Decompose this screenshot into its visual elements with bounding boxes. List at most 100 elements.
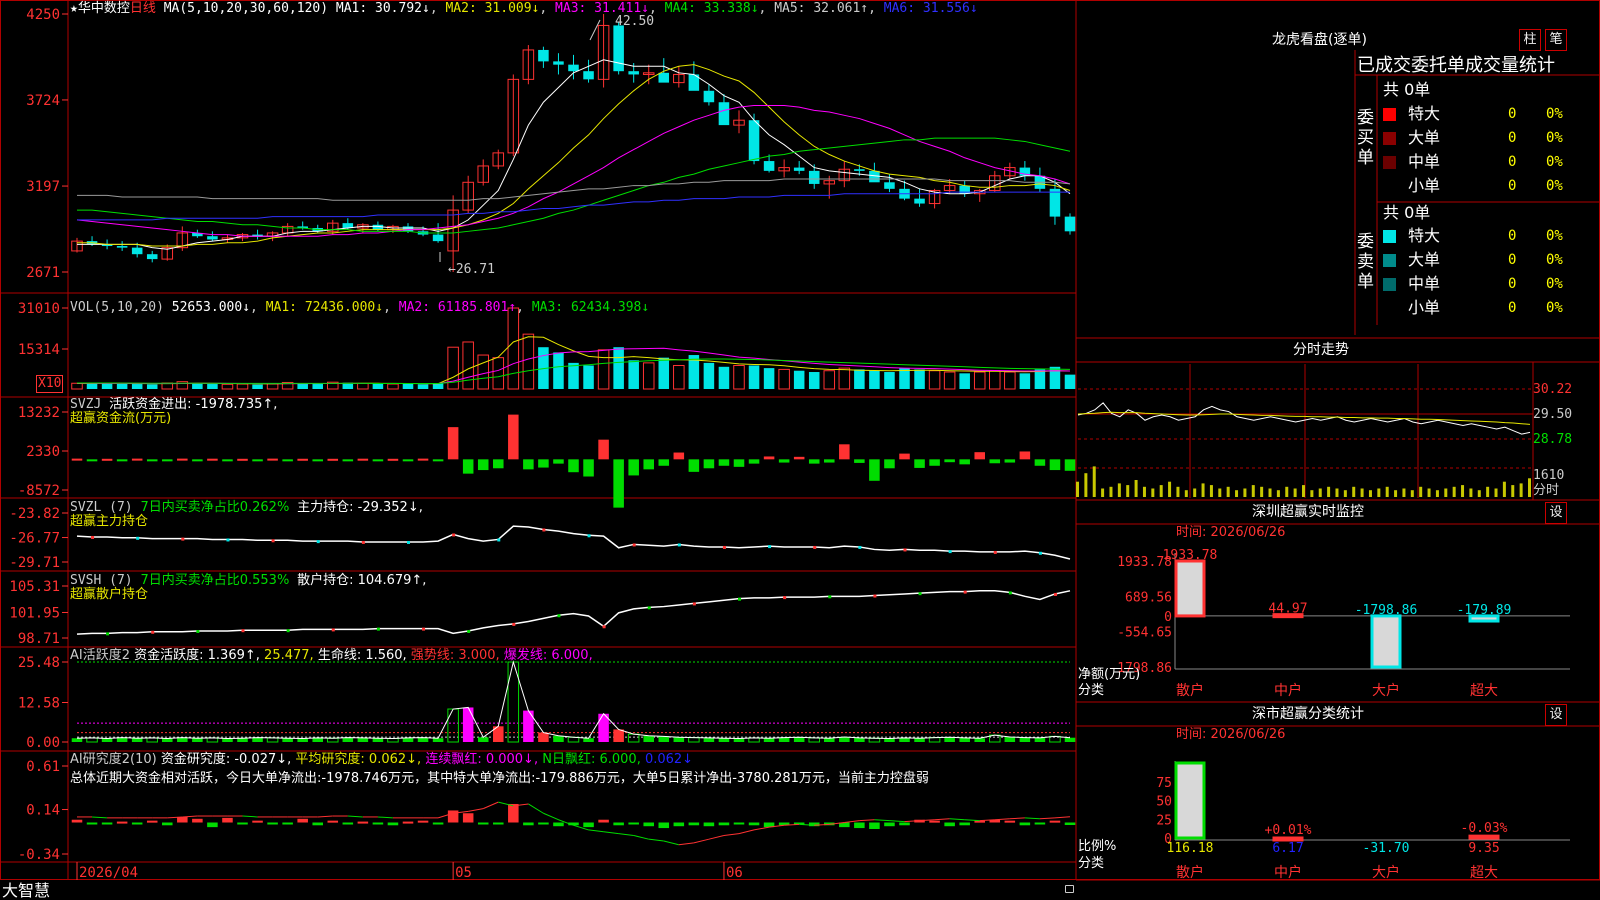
ai-res-line-seg xyxy=(1054,816,1071,819)
ai-res-bar xyxy=(146,820,158,823)
fs-vol-bar xyxy=(1377,488,1381,497)
svzl-marker xyxy=(452,533,456,537)
ai-act-header: AI活跃度2 资金活跃度: 1.369↑, 25.477, 生命线: 1.560… xyxy=(70,648,593,664)
svzj-bar xyxy=(131,458,143,461)
ai-res-bar xyxy=(116,821,128,824)
ai-res-line-seg xyxy=(242,815,258,818)
fs-title: 分时走势 xyxy=(1293,342,1349,358)
ai-res-line-seg xyxy=(678,842,694,846)
vol-bar-down xyxy=(854,369,865,389)
k-ma-line-ma6 xyxy=(77,191,1070,221)
bar-view-button[interactable]: 柱 xyxy=(1519,29,1541,51)
vol-bar-down xyxy=(1034,369,1046,389)
svzj-bar xyxy=(989,459,1001,464)
fs-vol-bar xyxy=(1084,473,1088,497)
vol-bar-down xyxy=(417,384,429,389)
ai-res-bar xyxy=(523,822,534,826)
ai-res-bar xyxy=(101,822,113,825)
sz-settings-button[interactable]: 设 xyxy=(1545,502,1567,524)
svsh-marker xyxy=(602,625,606,629)
ai-res-bar xyxy=(718,822,730,826)
k-y-tick-label: 3197 xyxy=(26,179,60,195)
svzl-marker xyxy=(632,543,636,547)
fs-price-0: 30.22 xyxy=(1533,382,1573,397)
fs-vol-bar xyxy=(1360,488,1364,497)
vol-bar-up xyxy=(477,354,489,390)
fs-vol-bar xyxy=(1243,488,1247,497)
sell-row-value: 0 xyxy=(1508,252,1517,268)
sz-bar xyxy=(1174,559,1206,618)
vol-bar-up xyxy=(597,349,610,390)
vol-bar-up xyxy=(943,371,956,390)
k-ma-line-ma3 xyxy=(76,105,1071,237)
ai-act-bar xyxy=(101,738,113,742)
buy-color-swatch xyxy=(1383,108,1396,121)
ai-res-bar xyxy=(372,822,384,825)
candle-body-down xyxy=(793,167,805,171)
svzj-bar xyxy=(1004,459,1016,463)
sell-total: 共 0单 xyxy=(1383,203,1431,222)
ai-act-line xyxy=(76,660,1071,740)
fs-vol-bar xyxy=(1251,485,1255,497)
sc-y-tick-label: 25 xyxy=(1156,813,1172,828)
ai-res-bar xyxy=(252,820,263,823)
svsh-marker xyxy=(151,630,155,634)
sz-bar-label: 1933.78 xyxy=(1163,548,1218,563)
svzj-bar xyxy=(116,459,128,462)
sc-cat-label: 超大 xyxy=(1470,865,1498,881)
ai-act-bar xyxy=(824,738,835,742)
stock-terminal: 4250 3724 3197 2671 31010 15314 13232 2330 -8572… xyxy=(0,0,1600,900)
svsh-marker xyxy=(692,602,696,606)
ai-res-line-seg xyxy=(633,834,649,840)
buy-row-label: 中单 xyxy=(1408,152,1441,171)
ai-act-bar xyxy=(613,729,624,742)
vol-bar-up xyxy=(673,364,685,390)
ai-act-bar xyxy=(854,737,865,742)
svzj-y-tick-label: 2330 xyxy=(26,444,60,460)
vol-bar-down xyxy=(658,357,670,389)
ai-act-bar xyxy=(266,737,279,743)
ai-res-line-seg xyxy=(543,812,559,821)
ai-res-line-seg xyxy=(934,818,950,821)
sell-color-swatch xyxy=(1383,254,1396,267)
vol-bar-up xyxy=(733,364,745,390)
svzj-bar xyxy=(342,459,354,462)
candle-body-down xyxy=(703,90,715,103)
candle-body-down xyxy=(748,120,760,162)
buy-row-pct: 0% xyxy=(1546,106,1563,122)
vol-bar-up xyxy=(236,383,249,390)
svzj-bar xyxy=(583,459,594,477)
sc-settings-button[interactable]: 设 xyxy=(1545,704,1567,726)
svzj-bar xyxy=(447,427,459,460)
ai-act-bar xyxy=(733,738,745,742)
svzj-bar xyxy=(793,456,805,460)
favorite-star-icon[interactable]: ★ xyxy=(70,1,78,16)
ai-res-bar xyxy=(162,822,173,826)
ai-res-bar xyxy=(944,822,955,827)
fs-unit-label: 分时 xyxy=(1533,483,1560,498)
svzj-bar xyxy=(763,456,775,460)
ai-res-bar xyxy=(357,821,369,824)
ai-act-bar xyxy=(763,738,775,742)
svzj-bar xyxy=(101,458,113,461)
svsh-marker xyxy=(963,590,967,594)
sz-y-tick-label: -554.65 xyxy=(1117,626,1172,641)
svzl-marker xyxy=(993,550,997,554)
svzj-bar xyxy=(553,459,564,464)
buy-row-value: 0 xyxy=(1508,178,1517,194)
svzj-bar xyxy=(568,459,579,473)
svzj-bar xyxy=(718,459,730,466)
vol-bar-down xyxy=(613,347,624,389)
ai-res-line-seg xyxy=(693,838,710,844)
svzl-marker xyxy=(542,528,546,532)
ai-res-y-tick-label: 0.14 xyxy=(26,803,60,819)
vol-bar-up xyxy=(357,383,369,390)
svzj-bar xyxy=(944,459,955,463)
period-label[interactable]: 日线 xyxy=(130,1,156,16)
tick-view-button[interactable]: 笔 xyxy=(1545,29,1567,51)
vol-bar-down xyxy=(793,370,805,389)
svzl-marker xyxy=(91,535,95,539)
svsh-subtitle: 超赢散户持仓 xyxy=(70,587,149,602)
ai-act-bar xyxy=(1034,737,1046,742)
ai-act-bar xyxy=(974,738,985,742)
